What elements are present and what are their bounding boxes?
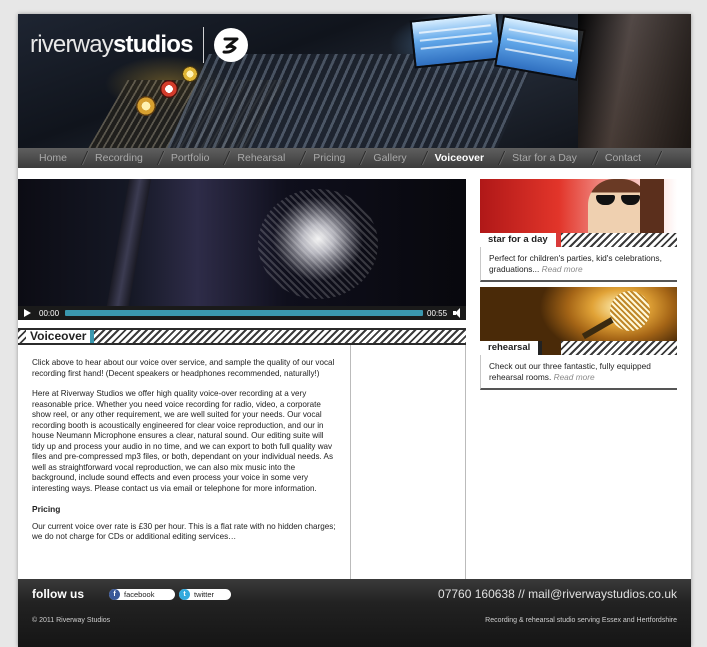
play-icon[interactable] — [24, 309, 31, 317]
nav-item-recording[interactable]: Recording — [90, 148, 148, 168]
card-body: Perfect for children's parties, kid's ce… — [480, 247, 677, 282]
twitter-button[interactable]: t twitter — [179, 589, 231, 600]
nav-item-pricing[interactable]: Pricing — [308, 148, 350, 168]
facebook-button[interactable]: f facebook — [109, 589, 175, 600]
star-for-a-day-card[interactable]: star for a day Perfect for children's pa… — [480, 179, 677, 282]
nav-item-portfolio[interactable]: Portfolio — [166, 148, 215, 168]
duration: 00:55 — [427, 308, 448, 318]
label-stripes — [561, 233, 677, 247]
microphone-illustration — [610, 291, 650, 331]
nav-item-home[interactable]: Home — [34, 148, 72, 168]
read-more-link[interactable]: Read more — [542, 264, 583, 274]
volume-icon[interactable] — [453, 308, 465, 318]
label-stripes — [561, 341, 677, 355]
card-body: Check out our three fantastic, fully equ… — [480, 355, 677, 390]
knob-image — [182, 66, 198, 82]
footer: follow us f facebook t twitter 07760 160… — [18, 579, 691, 647]
logo-mark-icon — [213, 28, 248, 62]
video-controls: 00:00 00:55 — [18, 306, 466, 320]
knob-image — [136, 96, 156, 116]
rehearsal-card[interactable]: rehearsal Check out our three fantastic,… — [480, 287, 677, 390]
empty-column — [351, 345, 466, 579]
intro-paragraph: Click above to hear about our voice over… — [32, 358, 335, 378]
site-logo[interactable]: riverwaystudios — [30, 27, 248, 63]
page-title: Voiceover — [26, 330, 95, 343]
pricing-paragraph: Our current voice over rate is £30 per h… — [32, 521, 336, 542]
nav-item-voiceover[interactable]: Voiceover — [430, 148, 489, 172]
tagline: Recording & rehearsal studio serving Ess… — [485, 617, 677, 624]
monitor-screen-image — [409, 14, 503, 69]
page: riverwaystudios Home Recording Portfolio… — [18, 14, 691, 647]
body-paragraph: Here at Riverway Studios we offer high q… — [32, 389, 333, 493]
main-nav: Home Recording Portfolio Rehearsal Prici… — [18, 148, 691, 172]
rehearsal-image: rehearsal — [480, 287, 677, 355]
engineer-arm-image — [578, 14, 691, 148]
knob-image — [160, 80, 178, 98]
nav-item-rehearsal[interactable]: Rehearsal — [232, 148, 290, 168]
mixing-console-image — [167, 54, 539, 148]
header-banner: riverwaystudios — [18, 14, 691, 148]
current-time: 00:00 — [39, 308, 60, 318]
facebook-icon: f — [109, 589, 120, 600]
nav-item-gallery[interactable]: Gallery — [368, 148, 411, 168]
twitter-label: twitter — [194, 590, 215, 599]
card-title: star for a day — [480, 233, 560, 247]
main-content: Click above to hear about our voice over… — [18, 345, 351, 579]
star-for-a-day-image: star for a day — [480, 179, 677, 247]
section-header: Voiceover — [18, 328, 466, 345]
contact-info: 07760 160638 // mail@riverwaystudios.co.… — [438, 587, 677, 601]
copyright: © 2011 Riverway Studios — [32, 617, 111, 624]
read-more-link[interactable]: Read more — [554, 372, 595, 382]
pricing-heading: Pricing — [32, 504, 61, 514]
logo-wordmark: riverwaystudios — [30, 31, 194, 58]
twitter-icon: t — [179, 589, 190, 600]
nav-item-star-for-a-day[interactable]: Star for a Day — [507, 148, 582, 168]
progress-bar[interactable] — [65, 310, 423, 316]
follow-us-label: follow us — [32, 587, 84, 601]
mic-stand-image — [106, 179, 152, 306]
video-player[interactable] — [18, 179, 466, 306]
sunglasses-illustration — [596, 195, 640, 205]
nav-item-contact[interactable]: Contact — [600, 148, 646, 168]
card-title: rehearsal — [480, 341, 543, 355]
microphone-image — [258, 189, 378, 299]
logo-divider — [202, 27, 204, 63]
facebook-label: facebook — [124, 590, 155, 599]
